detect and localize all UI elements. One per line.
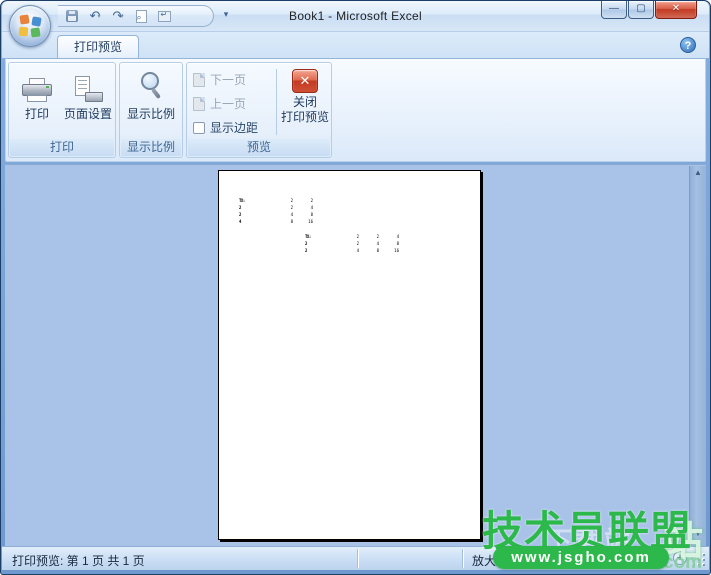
save-icon[interactable] bbox=[62, 7, 82, 25]
table-cell: 2 bbox=[359, 233, 379, 240]
table-cell: 2 bbox=[293, 197, 313, 204]
status-divider bbox=[357, 549, 358, 568]
table-row: TX:22 bbox=[239, 197, 313, 204]
table-row: 2248 bbox=[305, 240, 399, 247]
preview-table: TX:224224824816 bbox=[305, 233, 399, 254]
table-cell: 2 bbox=[239, 211, 273, 218]
watermark-url: www.jsgho.com bbox=[493, 546, 669, 569]
scroll-up-icon[interactable]: ▲ bbox=[690, 168, 706, 183]
quick-access-toolbar: ↶▾ ↷▾ bbox=[58, 5, 214, 27]
qat-customize-dropdown-icon[interactable]: ▾ bbox=[220, 9, 232, 20]
close-button[interactable]: ✕ bbox=[655, 1, 697, 19]
table-cell: 2 bbox=[239, 204, 273, 211]
table-cell: 8 bbox=[273, 218, 293, 225]
table-cell: 4 bbox=[379, 233, 399, 240]
group-label-preview: 预览 bbox=[188, 139, 330, 156]
group-label-zoom: 显示比例 bbox=[121, 139, 181, 156]
prev-page-button[interactable]: 上一页 bbox=[193, 95, 246, 112]
table-cell: 4 bbox=[273, 211, 293, 218]
page-setup-icon bbox=[73, 76, 103, 102]
table-cell: 8 bbox=[379, 240, 399, 247]
page-setup-button[interactable]: 页面设置 bbox=[63, 68, 113, 122]
help-icon[interactable]: ? bbox=[680, 37, 696, 53]
table-cell: 4 bbox=[293, 204, 313, 211]
table-cell: 16 bbox=[379, 247, 399, 254]
table-cell: 2 bbox=[273, 204, 293, 211]
table-cell: 8 bbox=[293, 211, 313, 218]
prev-page-icon bbox=[193, 97, 205, 111]
print-preview-area: TX:222242484816 TX:224224824816 ▲ ▼ bbox=[5, 164, 706, 546]
table-cell: 16 bbox=[293, 218, 313, 225]
table-cell: 2 bbox=[339, 233, 359, 240]
status-divider bbox=[462, 549, 463, 568]
print-button[interactable]: 打印 bbox=[12, 68, 62, 122]
preview-page[interactable]: TX:222242484816 TX:224224824816 bbox=[218, 170, 481, 540]
tab-print-preview[interactable]: 打印预览 bbox=[57, 35, 139, 58]
table-cell: 4 bbox=[239, 218, 273, 225]
group-separator bbox=[276, 69, 277, 135]
magnifier-icon bbox=[137, 72, 165, 102]
close-print-preview-button[interactable]: ✕ 关闭 打印预览 bbox=[280, 67, 330, 125]
printer-icon bbox=[22, 78, 52, 102]
excel-window: Book1 - Microsoft Excel ↶▾ ↷▾ ▾ — ▢ ✕ 打印… bbox=[0, 0, 711, 575]
table-cell: TX: bbox=[305, 233, 339, 240]
close-preview-icon: ✕ bbox=[292, 69, 318, 93]
ribbon: 打印 页面设置 打印 显示比例 显示比例 下一页 bbox=[5, 58, 706, 162]
redo-dropdown-icon[interactable]: ▾ bbox=[120, 13, 123, 20]
table-cell: 2 bbox=[273, 197, 293, 204]
window-controls: — ▢ ✕ bbox=[601, 1, 697, 19]
table-row: 4816 bbox=[239, 218, 313, 225]
ribbon-tab-row: 打印预览 bbox=[2, 32, 709, 58]
show-margins-checkbox[interactable]: 显示边距 bbox=[193, 119, 258, 136]
table-row: TX:224 bbox=[305, 233, 399, 240]
redo-icon[interactable]: ↷▾ bbox=[108, 7, 128, 25]
office-button[interactable] bbox=[9, 5, 51, 47]
status-page-info: 打印预览: 第 1 页 共 1 页 bbox=[12, 552, 145, 569]
table-cell: 4 bbox=[339, 247, 359, 254]
switch-window-icon[interactable] bbox=[154, 7, 174, 25]
table-row: 224 bbox=[239, 204, 313, 211]
office-logo-icon bbox=[19, 15, 41, 37]
maximize-button[interactable]: ▢ bbox=[628, 1, 654, 19]
preview-table: TX:222242484816 bbox=[239, 197, 313, 225]
checkbox-icon[interactable] bbox=[193, 122, 205, 134]
group-label-print: 打印 bbox=[10, 139, 114, 156]
title-bar: Book1 - Microsoft Excel ↶▾ ↷▾ ▾ — ▢ ✕ bbox=[2, 1, 709, 32]
table-cell: TX: bbox=[239, 197, 273, 204]
next-page-icon bbox=[193, 73, 205, 87]
ribbon-group-preview: 下一页 上一页 显示边距 ✕ 关闭 打印预览 预览 bbox=[186, 62, 332, 158]
table-cell: 8 bbox=[359, 247, 379, 254]
undo-dropdown-icon[interactable]: ▾ bbox=[97, 13, 100, 20]
undo-icon[interactable]: ↶▾ bbox=[85, 7, 105, 25]
table-cell: 2 bbox=[339, 240, 359, 247]
minimize-button[interactable]: — bbox=[601, 1, 627, 19]
ribbon-group-print: 打印 页面设置 打印 bbox=[8, 62, 116, 158]
table-cell: 2 bbox=[305, 240, 339, 247]
print-preview-icon[interactable] bbox=[131, 7, 151, 25]
next-page-button[interactable]: 下一页 bbox=[193, 71, 246, 88]
zoom-button[interactable]: 显示比例 bbox=[126, 68, 176, 122]
table-cell: 4 bbox=[359, 240, 379, 247]
ribbon-group-zoom: 显示比例 显示比例 bbox=[119, 62, 183, 158]
table-cell: 2 bbox=[305, 247, 339, 254]
table-row: 248 bbox=[239, 211, 313, 218]
vertical-scrollbar[interactable]: ▲ ▼ bbox=[689, 166, 706, 546]
table-row: 24816 bbox=[305, 247, 399, 254]
